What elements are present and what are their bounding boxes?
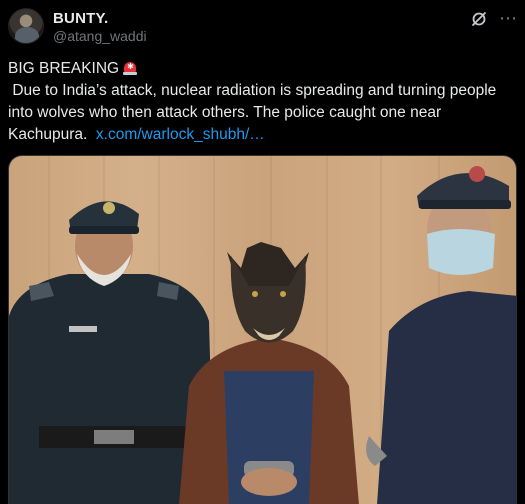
wolf-mask-person	[179, 242, 359, 504]
author-display-name[interactable]: BUNTY.	[53, 10, 108, 27]
tweet-media-photo[interactable]	[8, 155, 517, 504]
author-handle[interactable]: @atang_waddi	[53, 28, 147, 44]
more-options-icon[interactable]: ⋯	[499, 9, 517, 27]
grok-icon[interactable]	[471, 11, 487, 27]
tweet-link[interactable]: x.com/warlock_shubh/…	[96, 126, 265, 143]
photo-illustration	[9, 156, 516, 504]
siren-icon: ✱	[123, 61, 138, 75]
right-officer	[366, 166, 516, 504]
tweet-headline: BIG BREAKING	[8, 60, 120, 77]
tweet-text: BIG BREAKING ✱ Due to India’s attack, nuc…	[8, 58, 513, 146]
avatar[interactable]	[8, 8, 44, 44]
tweet-header: BUNTY. @atang_waddi ⋯	[8, 8, 517, 48]
